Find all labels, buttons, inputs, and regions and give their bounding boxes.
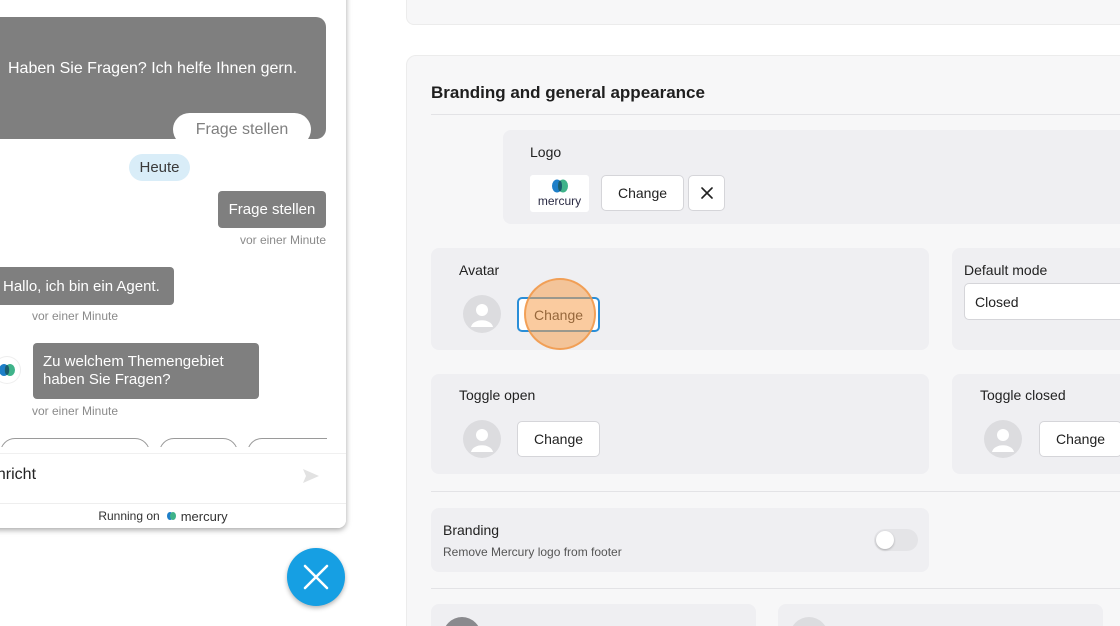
agent-message: Hallo, ich bin ein Agent.	[0, 267, 174, 305]
close-icon	[700, 187, 713, 199]
toggle-open-placeholder-icon	[463, 420, 501, 458]
message-timestamp: vor einer Minute	[32, 309, 119, 323]
footer-brand-text: mercury	[180, 508, 228, 524]
toggle-knob	[876, 531, 894, 549]
previous-settings-card	[406, 0, 1120, 25]
message-timestamp: vor einer Minute	[32, 404, 119, 418]
agent-message: Zu welchem Themengebiet haben Sie Fragen…	[33, 343, 259, 399]
divider	[431, 491, 1120, 492]
mercury-logo-icon	[551, 179, 568, 193]
welcome-card: Haben Sie Fragen? Ich helfe Ihnen gern. …	[0, 17, 326, 146]
branding-setting	[431, 508, 929, 572]
divider	[431, 588, 1120, 589]
close-chat-button[interactable]	[287, 548, 345, 606]
message-composer	[0, 453, 346, 501]
toggle-open-label: Toggle open	[459, 387, 536, 403]
bottom-setting-card	[778, 604, 1103, 626]
remove-logo-button[interactable]	[688, 175, 725, 211]
date-separator: Heute	[129, 154, 190, 181]
change-logo-button[interactable]: Change	[601, 175, 684, 211]
default-mode-label: Default mode	[964, 262, 1048, 278]
bottom-setting-card	[431, 604, 756, 626]
change-toggle-closed-button[interactable]: Change	[1039, 421, 1120, 457]
chat-footer: Running on mercury	[0, 503, 346, 528]
toggle-closed-placeholder-icon	[984, 420, 1022, 458]
screen: Haben Sie Fragen? Ich helfe Ihnen gern. …	[0, 0, 1120, 626]
section-title: Branding and general appearance	[431, 83, 705, 102]
user-message: Frage stellen	[218, 191, 326, 228]
branding-label: Branding	[443, 522, 500, 538]
avatar-placeholder-icon	[463, 295, 501, 333]
bot-avatar-icon	[0, 357, 20, 383]
logo-wordmark: mercury	[537, 194, 582, 208]
branding-description: Remove Mercury logo from footer	[443, 545, 622, 559]
toggle-closed-label: Toggle closed	[980, 387, 1066, 403]
footer-brand[interactable]: mercury	[165, 509, 228, 524]
welcome-text: Haben Sie Fragen? Ich helfe Ihnen gern.	[8, 60, 298, 77]
default-mode-select[interactable]: Closed	[964, 283, 1120, 320]
ask-question-button[interactable]: Frage stellen	[173, 113, 311, 146]
avatar-label: Avatar	[459, 262, 500, 278]
send-icon[interactable]	[302, 468, 320, 484]
change-toggle-open-button[interactable]: Change	[517, 421, 600, 457]
mercury-logo-icon	[166, 512, 176, 520]
message-input[interactable]	[0, 466, 280, 484]
message-timestamp: vor einer Minute	[239, 233, 326, 247]
logo-label: Logo	[530, 144, 562, 160]
chat-widget: Haben Sie Fragen? Ich helfe Ihnen gern. …	[0, 0, 346, 528]
change-avatar-button[interactable]: Change	[517, 297, 600, 332]
logo-setting	[503, 130, 1120, 224]
logo-preview: mercury	[530, 175, 589, 212]
footer-prefix: Running on	[98, 509, 160, 523]
avatar-setting	[431, 248, 929, 350]
close-icon	[303, 564, 329, 590]
divider	[431, 114, 1120, 115]
branding-toggle[interactable]	[874, 529, 918, 551]
